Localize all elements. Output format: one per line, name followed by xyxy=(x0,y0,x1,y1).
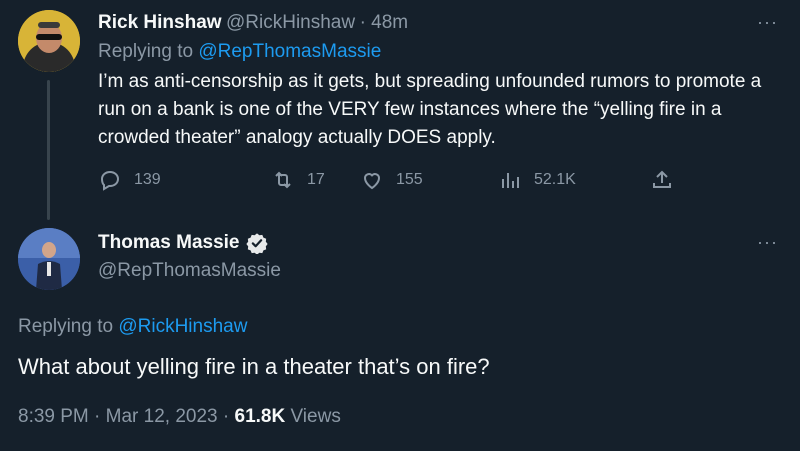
like-button[interactable]: 155 xyxy=(360,168,423,192)
reply-button[interactable]: 139 xyxy=(98,168,161,192)
tweet2-replying-to: Replying to @RickHinshaw xyxy=(18,316,247,338)
share-button[interactable] xyxy=(650,168,674,192)
share-icon xyxy=(653,170,671,188)
tweet2-views-count: 61.8K xyxy=(234,406,286,427)
views-count: 52.1K xyxy=(534,171,576,188)
tweet2-header: Thomas Massie xyxy=(98,232,268,254)
tweet2-views-label: Views xyxy=(285,406,341,427)
retweet-count: 17 xyxy=(307,171,325,188)
avatar-image xyxy=(18,10,80,72)
tweet1-replying-prefix: Replying to xyxy=(98,41,199,62)
like-icon xyxy=(363,173,381,190)
verified-badge-icon xyxy=(245,232,268,254)
avatar-thomas-massie[interactable] xyxy=(18,228,80,290)
avatar-image xyxy=(18,228,80,290)
avatar-rick-hinshaw[interactable] xyxy=(18,10,80,72)
tweet2-replying-prefix: Replying to xyxy=(18,316,119,337)
like-count: 155 xyxy=(396,171,423,188)
retweet-icon xyxy=(275,171,291,189)
tweet1-more-icon[interactable]: ··· xyxy=(757,12,778,33)
tweet2-timestamp[interactable]: 8:39 PM · Mar 12, 2023 · xyxy=(18,406,235,427)
tweet1-time[interactable]: · 48m xyxy=(360,12,409,33)
tweet2-author-name[interactable]: Thomas Massie xyxy=(98,232,240,254)
thread-connector-line xyxy=(47,80,50,220)
tweet2-author-handle[interactable]: @RepThomasMassie xyxy=(98,260,281,282)
tweet1-replying-to: Replying to @RepThomasMassie xyxy=(98,41,381,63)
tweet2-more-icon[interactable]: ··· xyxy=(757,232,778,253)
retweet-button[interactable]: 17 xyxy=(271,168,325,192)
tweet1-header: Rick Hinshaw @RickHinshaw · 48m xyxy=(98,12,408,34)
tweet1-author-handle[interactable]: @RickHinshaw xyxy=(226,12,355,33)
tweet2-text: What about yelling fire in a theater tha… xyxy=(18,354,490,379)
views-icon xyxy=(502,173,519,188)
reply-count: 139 xyxy=(134,171,161,188)
tweet1-action-bar: 139 17 155 52.1K xyxy=(98,168,678,196)
tweet1-author-name[interactable]: Rick Hinshaw xyxy=(98,12,222,33)
tweet1-text: I’m as anti-censorship as it gets, but s… xyxy=(98,71,762,148)
views-button[interactable]: 52.1K xyxy=(498,168,576,192)
tweet1-replying-handle-link[interactable]: @RepThomasMassie xyxy=(198,41,381,62)
tweet2-replying-handle-link[interactable]: @RickHinshaw xyxy=(118,316,247,337)
reply-icon xyxy=(100,170,120,191)
tweet2-meta: 8:39 PM · Mar 12, 2023 · 61.8K Views xyxy=(18,406,341,428)
